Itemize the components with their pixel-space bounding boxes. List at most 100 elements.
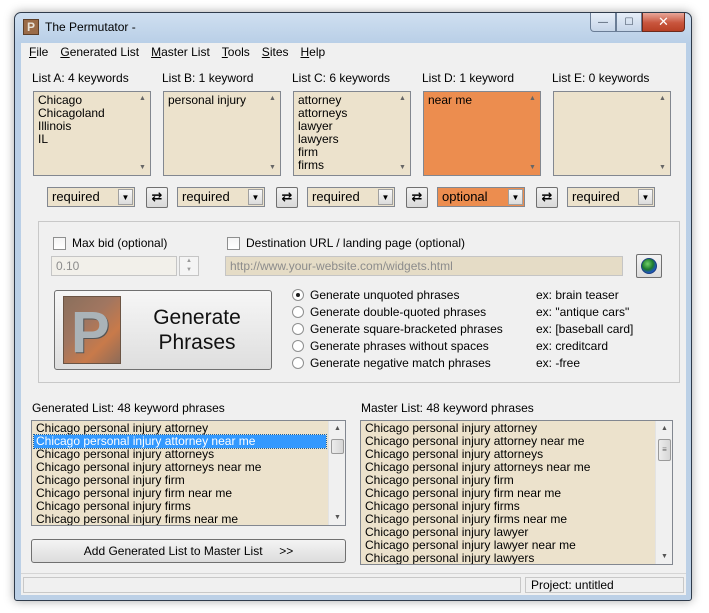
- max-bid-label: Max bid (optional): [72, 236, 168, 250]
- scroll-up-icon[interactable]: ▲: [329, 421, 345, 436]
- phrase-type-radio[interactable]: Generate square-bracketed phrases: [292, 322, 503, 336]
- list-d-mode-select[interactable]: optional ▼: [437, 187, 525, 207]
- open-url-button[interactable]: [636, 254, 662, 278]
- max-bid-input[interactable]: 0.10: [51, 256, 177, 276]
- radio-button[interactable]: [292, 289, 304, 301]
- app-logo-icon: P: [23, 19, 39, 35]
- spin-up-icon[interactable]: ▲: [180, 257, 198, 266]
- dest-url-checkbox[interactable]: Destination URL / landing page (optional…: [227, 236, 465, 250]
- radio-button[interactable]: [292, 357, 304, 369]
- dest-url-checkbox-box[interactable]: [227, 236, 240, 250]
- max-bid-checkbox-box[interactable]: [53, 236, 66, 250]
- phrase-example: ex: -free: [536, 356, 581, 370]
- phrase-type-radio[interactable]: Generate double-quoted phrases: [292, 305, 486, 319]
- chevron-down-icon[interactable]: ▼: [248, 189, 263, 205]
- close-button[interactable]: ✕: [642, 13, 685, 32]
- generate-phrases-label: Generate Phrases: [153, 306, 241, 354]
- master-list-scrollbar[interactable]: ▲ ≡ ▼: [655, 421, 672, 564]
- master-list-label: Master List: 48 keyword phrases: [361, 401, 534, 415]
- list-b-textarea[interactable]: personal injury ▲ ▼: [163, 91, 281, 176]
- swap-lists-button[interactable]: ⇄: [406, 187, 428, 208]
- maximize-button[interactable]: ☐: [616, 13, 642, 32]
- menu-generated-list[interactable]: Generated List: [54, 43, 145, 62]
- scroll-down-icon[interactable]: ▼: [655, 161, 670, 175]
- generated-list[interactable]: Chicago personal injury attorney Chicago …: [31, 420, 346, 526]
- list-b-mode-select[interactable]: required ▼: [177, 187, 265, 207]
- list-b-scrollbar[interactable]: ▲ ▼: [265, 92, 280, 175]
- list-c-textarea[interactable]: attorney attorneys lawyer lawyers firm firms ▲…: [293, 91, 411, 176]
- menu-help[interactable]: Help: [295, 43, 332, 62]
- chevron-down-icon[interactable]: ▼: [378, 189, 393, 205]
- phrase-type-radio[interactable]: Generate unquoted phrases: [292, 288, 459, 302]
- keyword-line: Illinois: [38, 119, 72, 133]
- mode-value: required: [572, 189, 620, 204]
- scroll-down-icon[interactable]: ▼: [656, 549, 672, 564]
- list-d-scrollbar[interactable]: ▲ ▼: [525, 92, 540, 175]
- max-bid-checkbox[interactable]: Max bid (optional): [53, 236, 167, 250]
- spin-down-icon[interactable]: ▼: [180, 266, 198, 275]
- project-status: Project: untitled: [525, 577, 684, 593]
- radio-label: Generate unquoted phrases: [310, 288, 460, 302]
- scroll-up-icon[interactable]: ▲: [265, 92, 280, 106]
- scroll-down-icon[interactable]: ▼: [135, 161, 150, 175]
- list-c-mode-select[interactable]: required ▼: [307, 187, 395, 207]
- list-a-scrollbar[interactable]: ▲ ▼: [135, 92, 150, 175]
- phrase-type-radio[interactable]: Generate negative match phrases: [292, 356, 491, 370]
- list-c-scrollbar[interactable]: ▲ ▼: [395, 92, 410, 175]
- scroll-up-icon[interactable]: ▲: [655, 92, 670, 106]
- menu-sites[interactable]: Sites: [256, 43, 295, 62]
- scroll-up-icon[interactable]: ▲: [656, 421, 672, 436]
- mode-value: optional: [442, 189, 488, 204]
- status-bar: Project: untitled: [21, 573, 686, 595]
- chevron-down-icon[interactable]: ▼: [508, 189, 523, 205]
- list-b-label: List B: 1 keyword: [162, 71, 254, 85]
- list-e-textarea[interactable]: ▲ ▼: [553, 91, 671, 176]
- scroll-up-icon[interactable]: ▲: [135, 92, 150, 106]
- radio-button[interactable]: [292, 340, 304, 352]
- scroll-up-icon[interactable]: ▲: [395, 92, 410, 106]
- radio-button[interactable]: [292, 323, 304, 335]
- swap-arrows-icon: ⇄: [281, 189, 293, 204]
- scroll-up-icon[interactable]: ▲: [525, 92, 540, 106]
- minimize-button[interactable]: —: [590, 13, 616, 32]
- scroll-down-icon[interactable]: ▼: [525, 161, 540, 175]
- generated-list-scrollbar[interactable]: ▲ ▼: [328, 421, 345, 525]
- list-e-scrollbar[interactable]: ▲ ▼: [655, 92, 670, 175]
- phrase-type-radio[interactable]: Generate phrases without spaces: [292, 339, 489, 353]
- dest-url-label: Destination URL / landing page (optional…: [246, 236, 466, 250]
- chevron-down-icon[interactable]: ▼: [638, 189, 653, 205]
- swap-lists-button[interactable]: ⇄: [146, 187, 168, 208]
- list-e-mode-select[interactable]: required ▼: [567, 187, 655, 207]
- radio-label: Generate phrases without spaces: [310, 339, 489, 353]
- scroll-thumb[interactable]: [331, 439, 344, 454]
- list-a-textarea[interactable]: Chicago Chicagoland Illinois IL ▲ ▼: [33, 91, 151, 176]
- app-window: P The Permutator - — ☐ ✕ File Generated L…: [14, 12, 692, 601]
- list-item[interactable]: Chicago personal injury firms near me: [34, 513, 326, 526]
- max-bid-spinner[interactable]: ▲ ▼: [179, 256, 199, 276]
- swap-arrows-icon: ⇄: [411, 189, 423, 204]
- radio-button[interactable]: [292, 306, 304, 318]
- chevron-down-icon[interactable]: ▼: [118, 189, 133, 205]
- client-area: File Generated List Master List Tools Sites H…: [21, 43, 686, 595]
- menu-master-list[interactable]: Master List: [145, 43, 216, 62]
- generate-phrases-button[interactable]: P Generate Phrases: [54, 290, 272, 370]
- scroll-down-icon[interactable]: ▼: [329, 510, 345, 525]
- phrase-example: ex: creditcard: [536, 339, 609, 353]
- scroll-down-icon[interactable]: ▼: [265, 161, 280, 175]
- master-list[interactable]: Chicago personal injury attorney Chicago …: [360, 420, 673, 565]
- list-a-label: List A: 4 keywords: [32, 71, 129, 85]
- swap-lists-button[interactable]: ⇄: [536, 187, 558, 208]
- menu-tools[interactable]: Tools: [216, 43, 256, 62]
- menu-file[interactable]: File: [23, 43, 54, 62]
- list-item[interactable]: Chicago personal injury lawyers: [363, 552, 653, 565]
- list-d-textarea[interactable]: near me ▲ ▼: [423, 91, 541, 176]
- keyword-line: firms: [298, 158, 324, 172]
- scroll-thumb[interactable]: ≡: [658, 439, 671, 461]
- radio-label: Generate double-quoted phrases: [310, 305, 487, 319]
- add-to-master-button[interactable]: Add Generated List to Master List >>: [31, 539, 346, 563]
- mode-value: required: [52, 189, 100, 204]
- scroll-down-icon[interactable]: ▼: [395, 161, 410, 175]
- list-a-mode-select[interactable]: required ▼: [47, 187, 135, 207]
- dest-url-input[interactable]: http://www.your-website.com/widgets.html: [225, 256, 623, 276]
- swap-lists-button[interactable]: ⇄: [276, 187, 298, 208]
